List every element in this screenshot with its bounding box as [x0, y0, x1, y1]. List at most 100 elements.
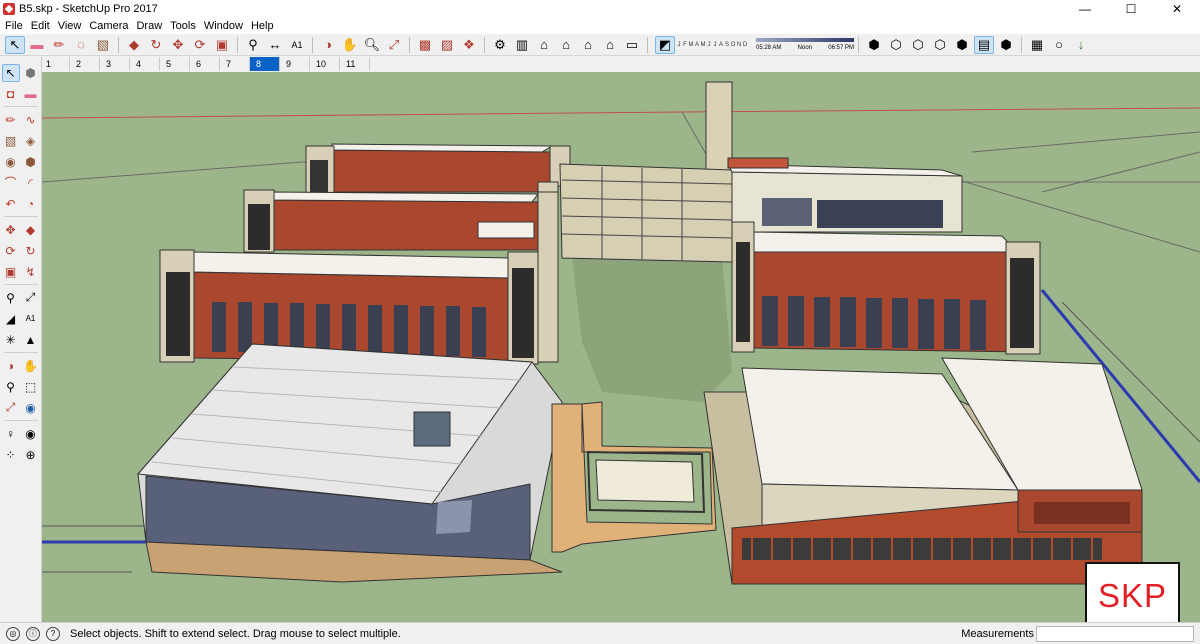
rotated-rectangle-tool[interactable]: ◈	[22, 132, 40, 150]
xray-style-button[interactable]: ⬢	[864, 36, 884, 54]
follow-me-button[interactable]: ↻	[146, 36, 166, 54]
geo-location-icon[interactable]: ◎	[6, 626, 20, 641]
close-button[interactable]: ✕	[1154, 0, 1200, 18]
month-slider[interactable]: J F M A M J J A S O N D	[676, 42, 748, 48]
pan-tool[interactable]: ✋	[22, 357, 40, 375]
time-slider[interactable]: 05:28 AM Noon 06:57 PM	[756, 36, 854, 54]
arc-tool-button[interactable]: ◌	[71, 36, 91, 54]
rotate-tool-button[interactable]: ⟳	[190, 36, 210, 54]
rectangle-tool-button[interactable]: ▧	[93, 36, 113, 54]
model-viewport[interactable]	[42, 72, 1200, 622]
rotate-tool[interactable]: ⟳	[2, 242, 20, 260]
left-view-button[interactable]: ▭	[622, 36, 642, 54]
menu-tools[interactable]: Tools	[167, 20, 201, 32]
monochrome-button[interactable]: ⬢	[996, 36, 1016, 54]
add-location-button[interactable]: ▦	[1027, 36, 1047, 54]
position-camera-tool[interactable]: ♀	[2, 425, 20, 443]
scene-tab-6[interactable]: 6	[190, 57, 220, 71]
push-pull-tool[interactable]: ◆	[22, 221, 40, 239]
menu-draw[interactable]: Draw	[133, 20, 167, 32]
look-around-tool[interactable]: ◉	[22, 425, 40, 443]
zoom-window-tool[interactable]: ⬚	[22, 378, 40, 396]
scene-tab-2[interactable]: 2	[70, 57, 100, 71]
orbit-tool[interactable]: ◑	[2, 357, 20, 375]
freehand-tool[interactable]: ∿	[22, 111, 40, 129]
menu-help[interactable]: Help	[248, 20, 279, 32]
photo-textures-button[interactable]: ↓	[1071, 36, 1091, 54]
three-point-arc-tool[interactable]: ↶	[2, 195, 20, 213]
zoom-button[interactable]: 🔍︎	[362, 36, 382, 54]
warehouse-button[interactable]: ▩	[415, 36, 435, 54]
scene-tab-11[interactable]: 11	[340, 57, 370, 71]
credits-icon[interactable]: ⓘ	[26, 626, 40, 641]
polygon-tool[interactable]: ⬢	[22, 153, 40, 171]
components-button[interactable]: ⚙	[490, 36, 510, 54]
scene-tab-3[interactable]: 3	[100, 57, 130, 71]
top-view-button[interactable]: ⌂	[534, 36, 554, 54]
protractor-tool[interactable]: ◢	[2, 310, 20, 328]
make-component-tool[interactable]: ⬢	[22, 64, 40, 82]
select-tool-button[interactable]: ↖	[5, 35, 25, 54]
share-model-button[interactable]: ▨	[437, 36, 457, 54]
scene-tab-4[interactable]: 4	[130, 57, 160, 71]
shaded-textures-button[interactable]: ▤	[974, 35, 994, 54]
shaded-button[interactable]: ⬢	[952, 36, 972, 54]
offset-tool[interactable]: ↯	[22, 263, 40, 281]
scale-tool-button[interactable]: ▣	[212, 36, 232, 54]
measurements-input[interactable]	[1036, 626, 1194, 642]
move-tool-button[interactable]: ✥	[168, 36, 188, 54]
zoom-extents-button[interactable]: ⤢	[384, 36, 404, 54]
scene-tab-10[interactable]: 10	[310, 57, 340, 71]
tape-measure-button[interactable]: ⚲	[243, 36, 263, 54]
back-edges-button[interactable]: ⬡	[886, 36, 906, 54]
select-tool[interactable]: ↖	[1, 63, 20, 82]
move-tool[interactable]: ✥	[2, 221, 20, 239]
extension-warehouse-button[interactable]: ❖	[459, 36, 479, 54]
section-plane-tool[interactable]: ⊕	[22, 446, 40, 464]
menu-camera[interactable]: Camera	[86, 20, 133, 32]
text-tool[interactable]: A1	[22, 310, 40, 328]
zoom-extents-tool[interactable]: ⤢	[2, 399, 20, 417]
menu-file[interactable]: File	[2, 20, 28, 32]
right-view-button[interactable]: ⌂	[578, 36, 598, 54]
circle-tool[interactable]: ◉	[2, 153, 20, 171]
shadow-toggle-button[interactable]: ◩	[655, 35, 675, 54]
two-point-arc-tool[interactable]: ◜	[22, 174, 40, 192]
menu-window[interactable]: Window	[201, 20, 248, 32]
minimize-button[interactable]: —	[1062, 0, 1108, 18]
zoom-tool[interactable]: ⚲	[2, 378, 20, 396]
line-tool[interactable]: ✏	[2, 111, 20, 129]
pie-tool[interactable]: ◔	[22, 195, 40, 213]
rectangle-tool[interactable]: ▧	[2, 132, 20, 150]
eraser-tool-button[interactable]: ▬	[27, 36, 47, 54]
scene-tab-5[interactable]: 5	[160, 57, 190, 71]
menu-edit[interactable]: Edit	[28, 20, 55, 32]
maximize-button[interactable]: ☐	[1108, 0, 1154, 18]
iso-view-button[interactable]: ▥	[512, 36, 532, 54]
scene-tab-1[interactable]: 1	[40, 57, 70, 71]
scale-tool[interactable]: ▣	[2, 263, 20, 281]
toggle-terrain-button[interactable]: ○	[1049, 36, 1069, 54]
menu-view[interactable]: View	[55, 20, 87, 32]
walk-tool[interactable]: ⁘	[2, 446, 20, 464]
back-view-button[interactable]: ⌂	[600, 36, 620, 54]
text-tool-button[interactable]: A1	[287, 36, 307, 54]
line-tool-button[interactable]: ✏	[49, 36, 69, 54]
dimension-tool[interactable]: ⤢	[22, 289, 40, 307]
hidden-line-button[interactable]: ⬡	[930, 36, 950, 54]
wireframe-button[interactable]: ⬡	[908, 36, 928, 54]
follow-me-tool[interactable]: ↻	[22, 242, 40, 260]
3d-text-tool[interactable]: ▲	[22, 331, 40, 349]
axes-tool[interactable]: ✳	[2, 331, 20, 349]
scene-tab-8[interactable]: 8	[250, 57, 280, 71]
scene-tab-9[interactable]: 9	[280, 57, 310, 71]
eraser-tool[interactable]: ▬	[22, 85, 40, 103]
front-view-button[interactable]: ⌂	[556, 36, 576, 54]
dimension-button[interactable]: ↔	[265, 36, 285, 54]
help-icon[interactable]: ?	[46, 626, 60, 641]
pan-button[interactable]: ✋	[340, 36, 360, 54]
push-pull-button[interactable]: ◆	[124, 36, 144, 54]
arc-tool[interactable]: ⌒	[2, 174, 20, 192]
scene-tab-7[interactable]: 7	[220, 57, 250, 71]
paint-bucket-tool[interactable]: ◘	[2, 85, 20, 103]
